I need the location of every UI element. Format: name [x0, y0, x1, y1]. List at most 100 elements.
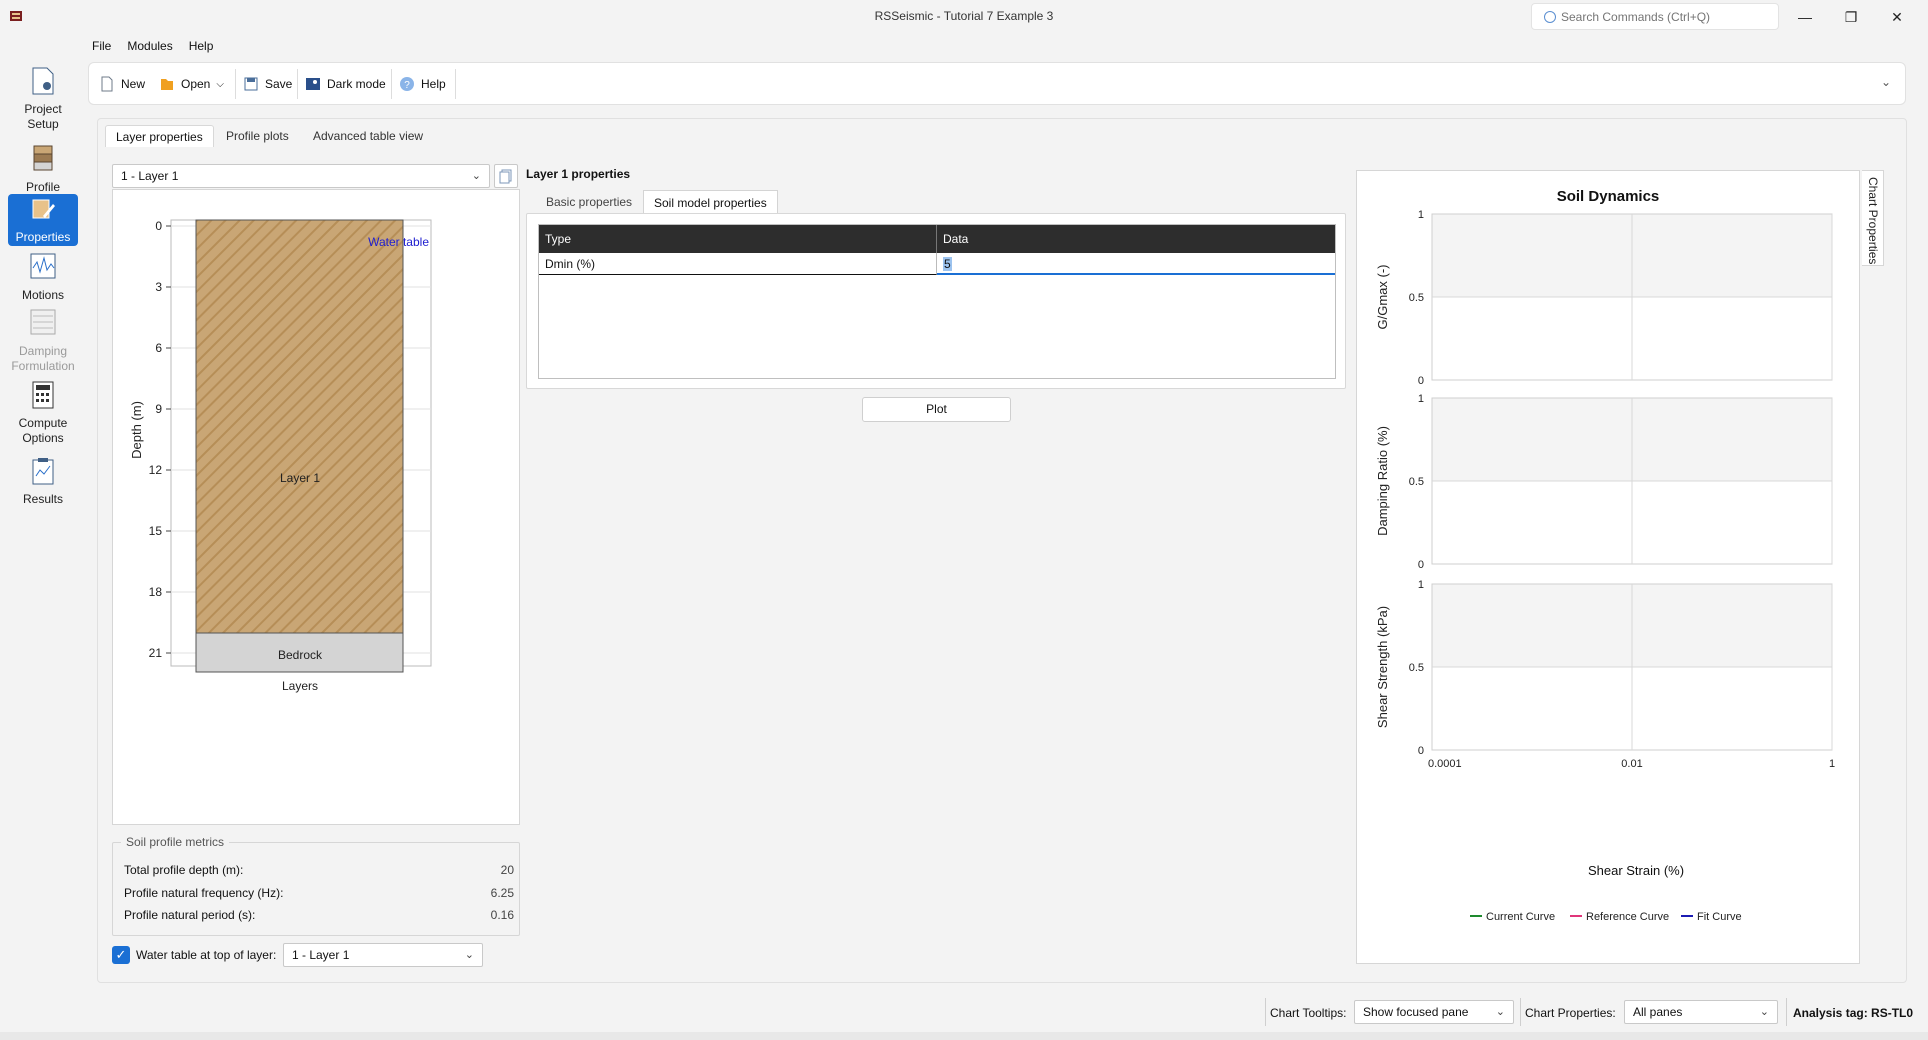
y-tick-label: 15: [149, 524, 163, 538]
help-label: Help: [421, 77, 446, 91]
chevron-down-icon: ⌄: [464, 949, 474, 961]
results-icon: [32, 458, 54, 485]
rail-item-motions[interactable]: Motions: [8, 252, 78, 302]
y-tick-label: 6: [155, 341, 162, 355]
rail-label: Compute Options: [18, 416, 68, 445]
analysis-tag: Analysis tag: RS-TL0: [1793, 1006, 1914, 1020]
toolbar-expand-icon[interactable]: ⌄: [1881, 75, 1891, 89]
metric-value: 6.25: [490, 886, 514, 900]
chevron-down-icon: ⌄: [1495, 1006, 1505, 1018]
save-label: Save: [265, 77, 293, 91]
minimize-button[interactable]: —: [1782, 0, 1828, 34]
help-button[interactable]: ? Help: [393, 71, 452, 97]
tab-layer-properties[interactable]: Layer properties: [105, 125, 214, 147]
close-button[interactable]: ✕: [1874, 0, 1920, 34]
metric-label: Total profile depth (m):: [124, 863, 244, 877]
rail-label: Project Setup: [24, 102, 62, 131]
grid-cell-type: Dmin (%): [539, 253, 937, 275]
bottom-strip: [0, 1032, 1928, 1040]
layer-1-label: Layer 1: [280, 471, 320, 485]
layer-1-block[interactable]: [195, 219, 404, 634]
chart-properties-select[interactable]: All panes ⌄: [1624, 1000, 1778, 1024]
command-search[interactable]: [1531, 3, 1779, 30]
maximize-button[interactable]: ❐: [1828, 0, 1874, 34]
properties-grid: Type Data Dmin (%) 5: [538, 224, 1336, 379]
metric-row: Profile natural frequency (Hz): 6.25: [124, 886, 514, 900]
y-axis-label: Shear Strength (kPa): [1375, 606, 1390, 728]
soil-dynamics-panel: Soil Dynamics 1 0.5 0 G/Gmax (-) 1 0.5 0 Dampin…: [1356, 170, 1860, 964]
y-tick-label: 0: [155, 219, 162, 233]
plot-button[interactable]: Plot: [862, 397, 1011, 422]
rail-label: Profile: [25, 180, 60, 194]
layers-axis-label: Layers: [282, 679, 318, 693]
layer-properties-title: Layer 1 properties: [526, 167, 631, 181]
x-tick-label: 0.01: [1621, 758, 1642, 770]
toolbar-divider: [235, 69, 236, 99]
module-rail: Project Setup Profile Properties Motions…: [8, 62, 78, 996]
y-tick-label: 0: [1418, 745, 1424, 757]
help-icon: ?: [400, 77, 414, 91]
y-tick-label: 0.5: [1409, 476, 1424, 488]
tab-profile-plots[interactable]: Profile plots: [216, 125, 299, 147]
metric-row: Total profile depth (m): 20: [124, 863, 514, 877]
rail-label: Motions: [21, 288, 65, 302]
y-tick-label: 1: [1418, 579, 1424, 591]
search-icon: [1544, 11, 1556, 23]
legend-label: Reference Curve: [1586, 911, 1669, 923]
tab-soil-model-properties[interactable]: Soil model properties: [643, 190, 778, 214]
water-table-checkbox[interactable]: ✓: [112, 946, 130, 964]
rail-item-properties[interactable]: Properties: [8, 194, 78, 246]
y-tick-label: 12: [149, 463, 163, 477]
status-divider: [1265, 998, 1266, 1026]
copy-layer-button[interactable]: [494, 164, 518, 188]
dark-mode-button[interactable]: Dark mode: [299, 71, 392, 97]
tab-advanced-table-view[interactable]: Advanced table view: [303, 125, 433, 147]
rail-item-project-setup[interactable]: Project Setup: [8, 66, 78, 132]
metric-label: Profile natural frequency (Hz):: [124, 886, 284, 900]
chart-properties-value: All panes: [1633, 1005, 1683, 1019]
water-table-layer-select[interactable]: 1 - Layer 1 ⌄: [283, 943, 483, 967]
rail-item-compute-options[interactable]: Compute Options: [8, 380, 78, 445]
chevron-down-icon: ⌄: [1759, 1006, 1769, 1018]
menu-file[interactable]: File: [84, 36, 119, 56]
chart-properties-side-tab[interactable]: Chart Properties: [1862, 170, 1884, 266]
open-folder-icon: [161, 79, 173, 90]
project-setup-icon: [32, 67, 54, 95]
toolbar-divider: [391, 69, 392, 99]
rail-item-profile[interactable]: Profile: [8, 144, 78, 194]
rail-item-damping-formulation[interactable]: Damping Formulation: [8, 308, 78, 373]
menu-help[interactable]: Help: [181, 36, 222, 56]
command-search-input[interactable]: [1561, 8, 1771, 26]
layer-select[interactable]: 1 - Layer 1 ⌄: [112, 164, 490, 188]
dmin-value[interactable]: 5: [943, 257, 952, 271]
layer-select-value: 1 - Layer 1: [121, 169, 179, 183]
y-tick-label: 3: [155, 280, 162, 294]
rail-label: Properties: [15, 230, 71, 244]
x-axis-label: Shear Strain (%): [1588, 863, 1684, 878]
soil-dynamics-chart: Soil Dynamics 1 0.5 0 G/Gmax (-) 1 0.5 0 Dampin…: [1375, 188, 1835, 923]
save-button[interactable]: Save: [237, 71, 298, 97]
bedrock-label: Bedrock: [278, 648, 323, 662]
y-tick-label: 0.5: [1409, 662, 1424, 674]
y-tick-label: 1: [1418, 209, 1424, 221]
metrics-title: Soil profile metrics: [121, 835, 230, 849]
profile-icon: [33, 145, 53, 171]
x-tick-label: 1: [1829, 758, 1835, 770]
menu-modules[interactable]: Modules: [119, 36, 180, 56]
water-table-layer-value: 1 - Layer 1: [292, 948, 350, 962]
status-divider: [1520, 998, 1521, 1026]
new-button[interactable]: New: [93, 71, 151, 97]
water-table-label: Water table: [368, 235, 429, 249]
open-button[interactable]: Open ⌵: [153, 71, 230, 97]
chevron-down-icon[interactable]: ⌵: [216, 79, 224, 90]
toolbar-divider: [455, 69, 456, 99]
rail-item-results[interactable]: Results: [8, 456, 78, 506]
tab-basic-properties[interactable]: Basic properties: [536, 190, 642, 214]
soil-profile-metrics: Soil profile metrics Total profile depth…: [112, 835, 520, 936]
dark-mode-label: Dark mode: [327, 77, 386, 91]
y-tick-label: 1: [1418, 393, 1424, 405]
rail-label: Damping Formulation: [11, 344, 75, 373]
grid-cell-data[interactable]: 5: [937, 253, 1335, 275]
chevron-down-icon: ⌄: [471, 170, 481, 182]
chart-tooltips-select[interactable]: Show focused pane ⌄: [1354, 1000, 1514, 1024]
